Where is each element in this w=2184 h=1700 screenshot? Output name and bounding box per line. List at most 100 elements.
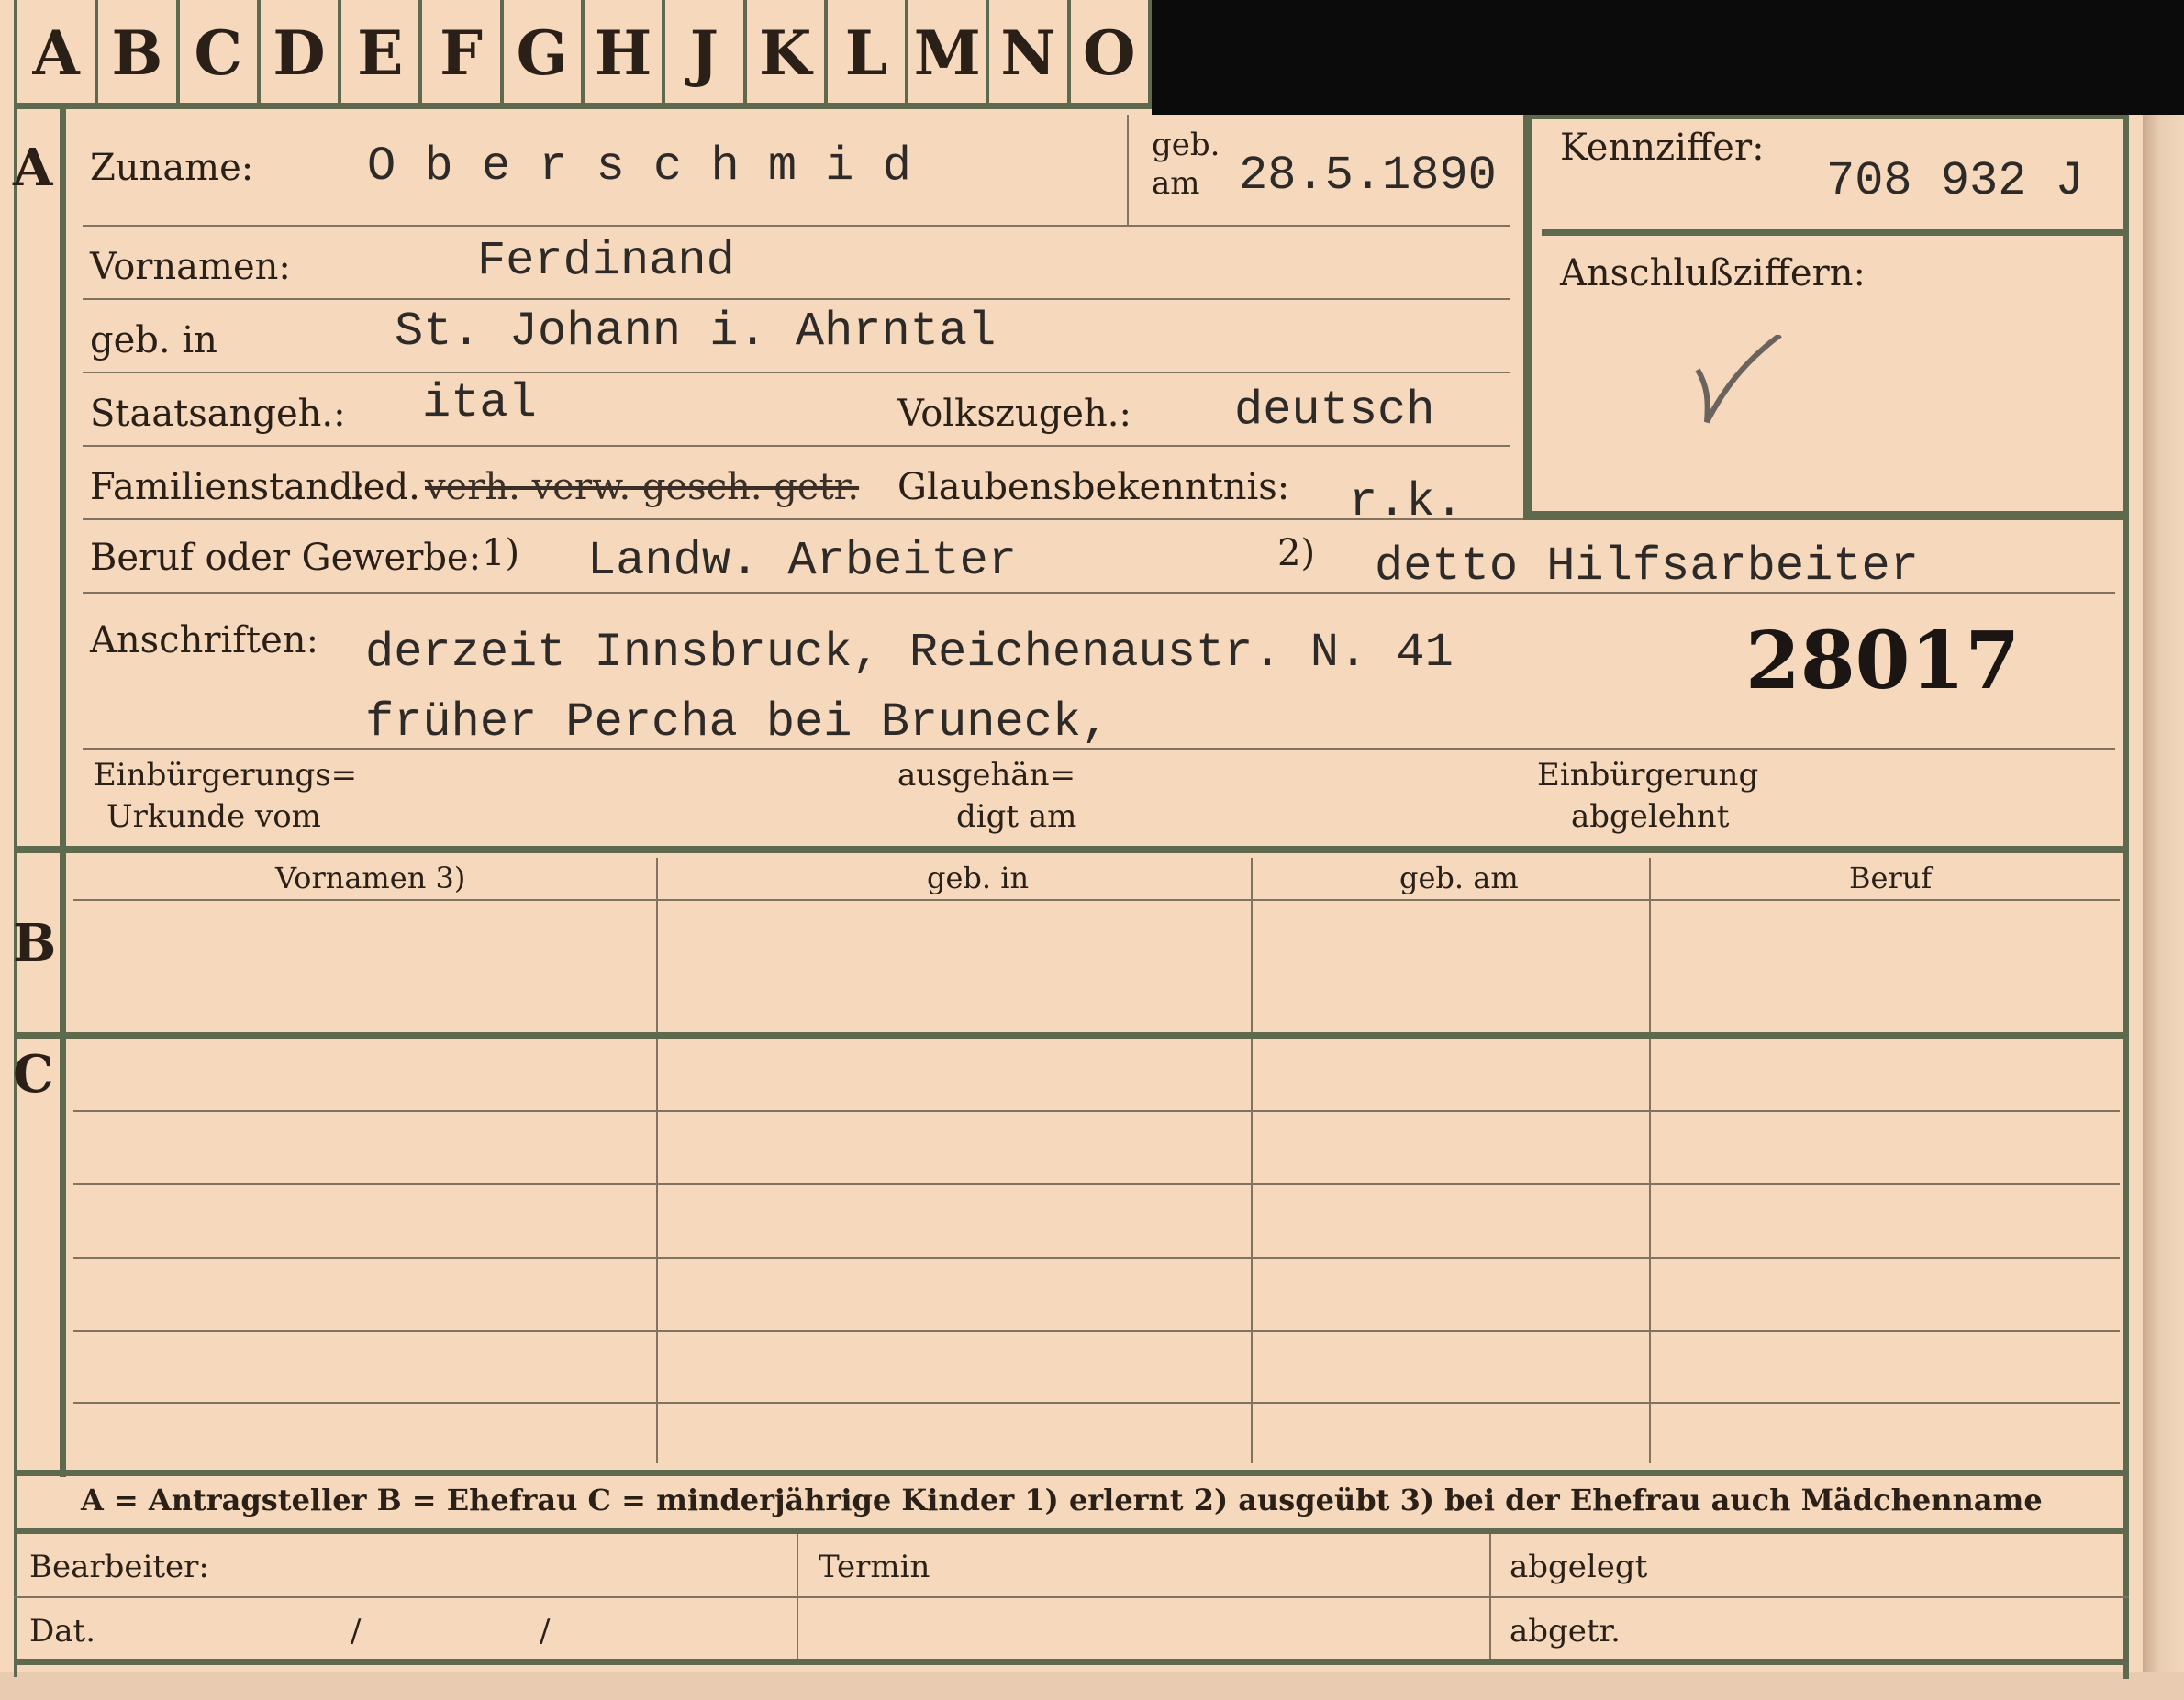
address-previous: früher Percha bei Bruneck, [365, 695, 1110, 750]
check-mark-icon [1695, 335, 1782, 424]
tab-letter: H [585, 0, 666, 106]
c-row-rule [73, 1183, 2120, 1185]
marital-options-struck: verh. verw. gesch. getr. [425, 466, 860, 508]
religion-value: r.k. [1349, 475, 1464, 529]
row-rule [83, 445, 1510, 447]
occupation-learned-value: Landw. Arbeiter [587, 534, 1018, 588]
tab-letter: N [989, 0, 1071, 106]
connection-label: Anschlußziffern: [1560, 252, 1866, 294]
naturalization-refused-label-1: Einbürgerung [1537, 757, 1759, 794]
left-margin-rule [60, 853, 66, 1477]
tab-letter: A [14, 0, 99, 106]
right-edge-rule [2123, 119, 2129, 1679]
legend-top-rule [14, 1470, 2129, 1476]
surname-divider [1127, 115, 1129, 225]
c-row-rule [73, 1402, 2120, 1404]
address-current: derzeit Innsbruck, Reichenaustr. N. 41 [365, 626, 1454, 680]
legend: A = Antragsteller B = Ehefrau C = minder… [81, 1483, 2043, 1517]
occupation-label: Beruf oder Gewerbe: [90, 537, 482, 579]
b-header-rule [73, 899, 2120, 901]
nationality-value: deutsch [1234, 383, 1435, 438]
footer-bottom-rule [14, 1659, 2129, 1665]
c-row-rule [73, 1257, 2120, 1259]
marital-option-single: led. [351, 466, 420, 508]
file-number: 28017 [1745, 615, 2021, 707]
card-right-edge [2143, 115, 2184, 1700]
row-rule [83, 225, 1510, 227]
first-names-label: Vornamen: [90, 246, 291, 288]
tab-letter: D [261, 0, 342, 106]
c-row-rule [73, 1110, 2120, 1112]
marital-label: Familienstand: [90, 466, 365, 508]
filed-label: abgelegt [1510, 1549, 1648, 1585]
birthplace-label: geb. in [90, 319, 217, 361]
footer-divider [797, 1534, 798, 1661]
footer-row-rule [14, 1596, 2129, 1598]
column-divider [1251, 858, 1253, 1463]
tab-letter: C [180, 0, 261, 106]
birth-date-label-top: geb. [1152, 127, 1220, 163]
code-box-left [1523, 115, 1532, 518]
footer-divider [1489, 1534, 1491, 1661]
code-box-divider [1542, 229, 2124, 236]
tab-letter: B [98, 0, 180, 106]
surname-label: Zuname: [90, 147, 254, 189]
processor-label: Bearbeiter: [29, 1549, 209, 1585]
tab-underline [14, 103, 1152, 109]
tab-letter: G [504, 0, 585, 106]
column-divider [1649, 858, 1651, 1463]
birthplace-value: St. Johann i. Ahrntal [395, 305, 997, 359]
c-row-rule [73, 1330, 2120, 1332]
occupation-practiced-value: detto Hilfsarbeiter [1375, 539, 1919, 594]
card-bottom-edge [0, 1672, 2184, 1700]
code-label: Kennziffer: [1560, 127, 1765, 169]
legend-bottom-rule [14, 1528, 2129, 1534]
occupation-mark-practiced: 2) [1277, 532, 1316, 574]
column-divider [656, 858, 658, 1463]
row-rule [83, 372, 1510, 373]
removed-label: abgetr. [1510, 1613, 1621, 1650]
tab-letter: E [341, 0, 423, 106]
b-header-first-names: Vornamen 3) [275, 861, 466, 895]
first-names-value: Ferdinand [477, 234, 735, 288]
section-c-letter: C [13, 1044, 54, 1105]
code-value: 708 932 J [1826, 154, 2084, 208]
tab-letter: K [747, 0, 828, 106]
row-rule [83, 298, 1510, 300]
naturalization-handed-label-1: ausgehän= [897, 757, 1076, 794]
surname-value: O b e r s c h m i d [367, 139, 911, 194]
tab-letter: F [422, 0, 504, 106]
date-separator: / [540, 1613, 551, 1650]
occupation-mark-learned: 1) [482, 532, 520, 574]
citizenship-label: Staatsangeh.: [90, 393, 346, 435]
addresses-label: Anschriften: [90, 619, 319, 661]
alphabet-tabs: A B C D E F G H J K L M N O [14, 0, 1152, 106]
tab-letter: M [908, 0, 990, 106]
section-a-letter: A [13, 138, 53, 198]
tab-letter: L [828, 0, 909, 106]
deadline-label: Termin [819, 1549, 930, 1585]
naturalization-cert-label-2: Urkunde vom [106, 798, 321, 835]
religion-label: Glaubensbekenntnis: [897, 466, 1290, 508]
b-header-birth-date: geb. am [1399, 861, 1519, 895]
b-header-occupation: Beruf [1849, 861, 1933, 895]
registration-card: A B C D E F G H J K L M N O A Zuname: O … [0, 0, 2184, 1700]
row-rule [83, 592, 2115, 594]
left-edge-rule [14, 108, 17, 1677]
birth-date-value: 28.5.1890 [1239, 149, 1497, 203]
nationality-label: Volkszugeh.: [897, 393, 1131, 435]
section-b-letter: B [13, 913, 57, 973]
section-divider-a-b [14, 846, 2129, 853]
section-divider-b-c [14, 1032, 2129, 1039]
code-box-top [1523, 115, 2129, 119]
citizenship-value: ital [422, 376, 537, 430]
row-rule [83, 748, 2115, 750]
code-box-bottom [1523, 511, 2129, 520]
naturalization-handed-label-2: digt am [956, 798, 1077, 835]
b-header-birthplace: geb. in [927, 861, 1030, 895]
naturalization-cert-label-1: Einbürgerungs= [94, 757, 358, 794]
date-label: Dat. [29, 1613, 96, 1650]
date-separator: / [351, 1613, 362, 1650]
tab-letter: J [665, 0, 747, 106]
tab-letter: O [1071, 0, 1152, 106]
